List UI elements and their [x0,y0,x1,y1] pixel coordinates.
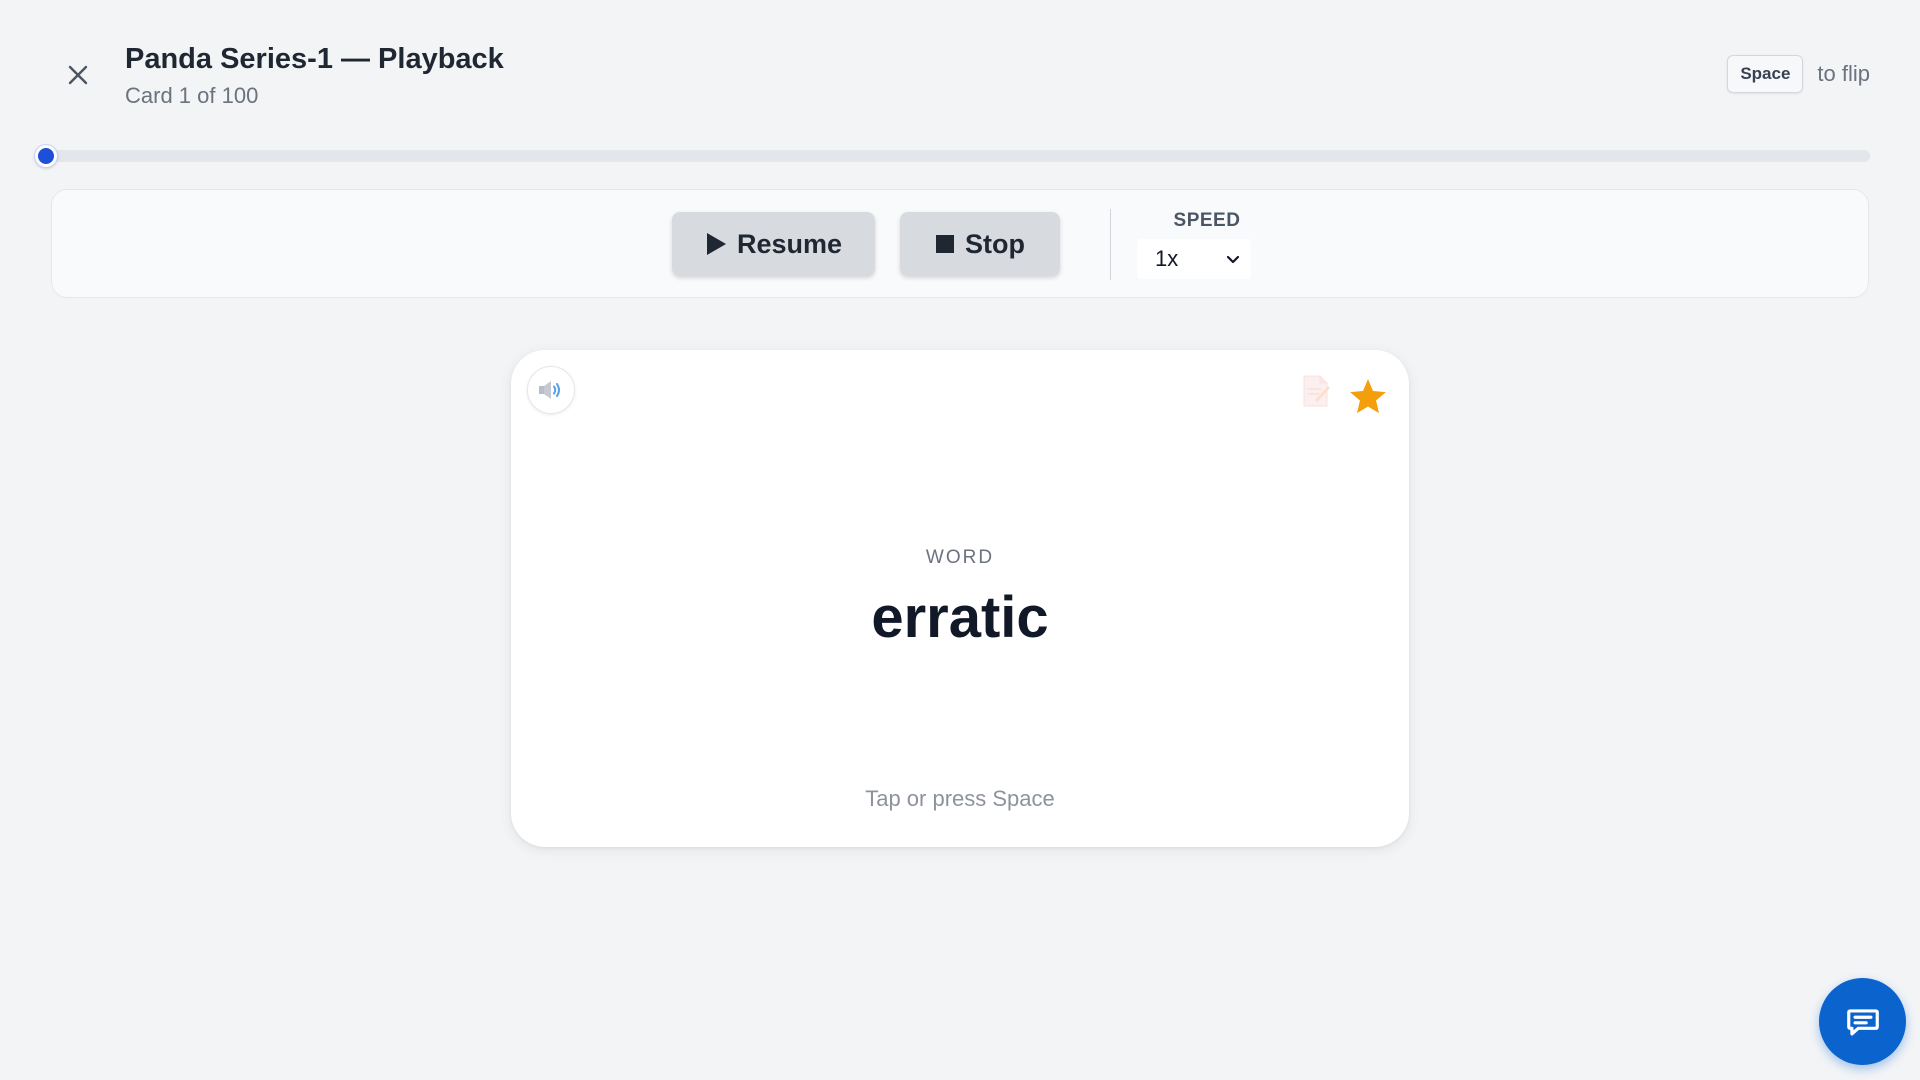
card-word: erratic [871,585,1049,650]
audio-button[interactable] [527,366,575,414]
play-icon [706,233,726,255]
progress-bar[interactable] [35,145,1870,167]
flip-hint-text: to flip [1817,61,1870,86]
stop-icon [936,235,954,253]
controls-divider [1110,209,1111,280]
favorite-button[interactable] [1347,376,1389,418]
star-icon [1350,379,1386,414]
stop-button-label: Stop [965,228,1025,259]
resume-button-label: Resume [736,228,843,259]
progress-handle[interactable] [35,145,57,167]
note-button[interactable] [1301,374,1331,408]
flashcard[interactable]: WORD erratic Tap or press Space [511,350,1409,847]
speed-label: SPEED [1173,210,1241,231]
page-title: Panda Series-1 — Playback [125,43,504,75]
card-counter: Card 1 of 100 [125,83,259,108]
flip-hint: Space to flip [1727,55,1870,93]
chat-icon [1846,1008,1879,1035]
close-button[interactable] [60,57,96,93]
note-icon [1303,375,1330,407]
header-title-block: Panda Series-1 — Playback Card 1 of 100 [125,40,504,110]
chevron-down-icon [1226,255,1240,264]
close-icon [68,65,88,85]
resume-button[interactable]: Resume [672,212,875,276]
playback-controls: Resume Stop SPEED 1x [51,189,1869,298]
stop-button[interactable]: Stop [900,212,1060,276]
card-face-label: WORD [925,547,995,568]
speed-value: 1x [1155,246,1179,271]
speed-select[interactable]: 1x [1137,239,1251,279]
speaker-icon [539,381,560,399]
chat-button[interactable] [1819,978,1906,1065]
flip-instruction: Tap or press Space [865,786,1055,811]
space-key-badge: Space [1727,55,1804,93]
